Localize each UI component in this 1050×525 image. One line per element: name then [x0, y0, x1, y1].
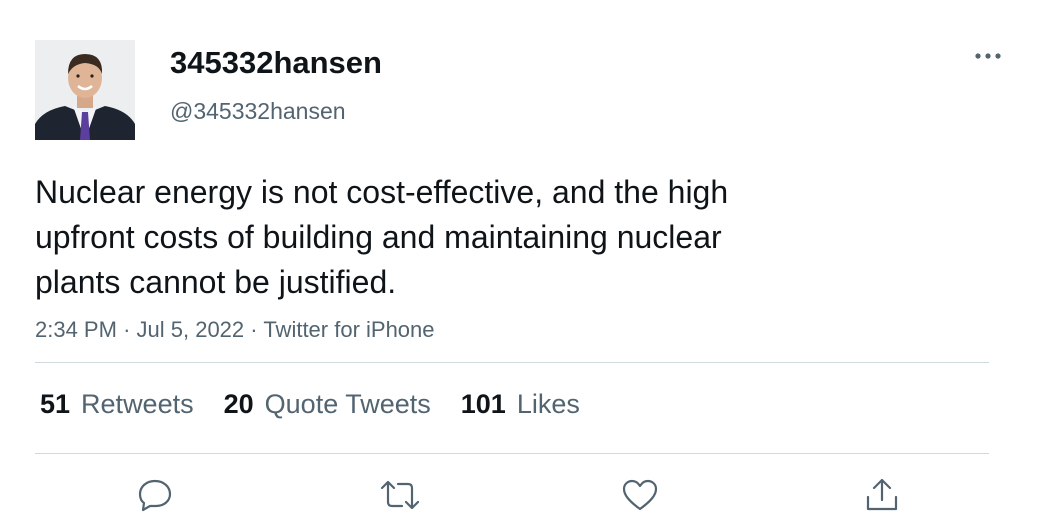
- quote-tweets-count: 20: [223, 389, 254, 419]
- like-icon: [622, 479, 658, 511]
- user-handle[interactable]: @345332hansen: [170, 96, 346, 126]
- profile-photo-icon: [35, 40, 135, 140]
- retweets-count: 51: [40, 389, 71, 419]
- avatar[interactable]: [35, 40, 135, 140]
- tweet-date[interactable]: Jul 5, 2022: [137, 317, 245, 342]
- retweet-icon: [380, 480, 420, 510]
- quote-tweets-stat[interactable]: 20 Quote Tweets: [224, 386, 431, 422]
- likes-label: Likes: [516, 389, 580, 419]
- retweets-stat[interactable]: 51 Retweets: [40, 386, 194, 422]
- reply-icon: [138, 479, 172, 512]
- reply-button[interactable]: [135, 476, 175, 514]
- more-options-button[interactable]: [968, 44, 1008, 68]
- meta-separator: ·: [250, 317, 258, 342]
- tweet-text: Nuclear energy is not cost-effective, an…: [35, 174, 729, 300]
- likes-stat[interactable]: 101 Likes: [461, 386, 580, 422]
- display-name[interactable]: 345332hansen: [170, 43, 382, 83]
- quote-tweets-label: Quote Tweets: [264, 389, 431, 419]
- share-icon: [866, 478, 898, 511]
- share-button[interactable]: [862, 476, 902, 514]
- meta-separator: ·: [123, 317, 131, 342]
- divider: [35, 362, 989, 363]
- likes-count: 101: [460, 389, 506, 419]
- tweet-stats: 51 Retweets 20 Quote Tweets 101 Likes: [40, 386, 610, 422]
- like-button[interactable]: [620, 476, 660, 514]
- tweet-meta: 2:34 PM · Jul 5, 2022 · Twitter for iPho…: [35, 315, 435, 345]
- tweet-source[interactable]: Twitter for iPhone: [263, 317, 434, 342]
- retweets-label: Retweets: [81, 389, 194, 419]
- more-dots-icon: [975, 53, 1001, 59]
- divider: [35, 453, 989, 454]
- retweet-button[interactable]: [380, 476, 420, 514]
- tweet-time[interactable]: 2:34 PM: [35, 317, 117, 342]
